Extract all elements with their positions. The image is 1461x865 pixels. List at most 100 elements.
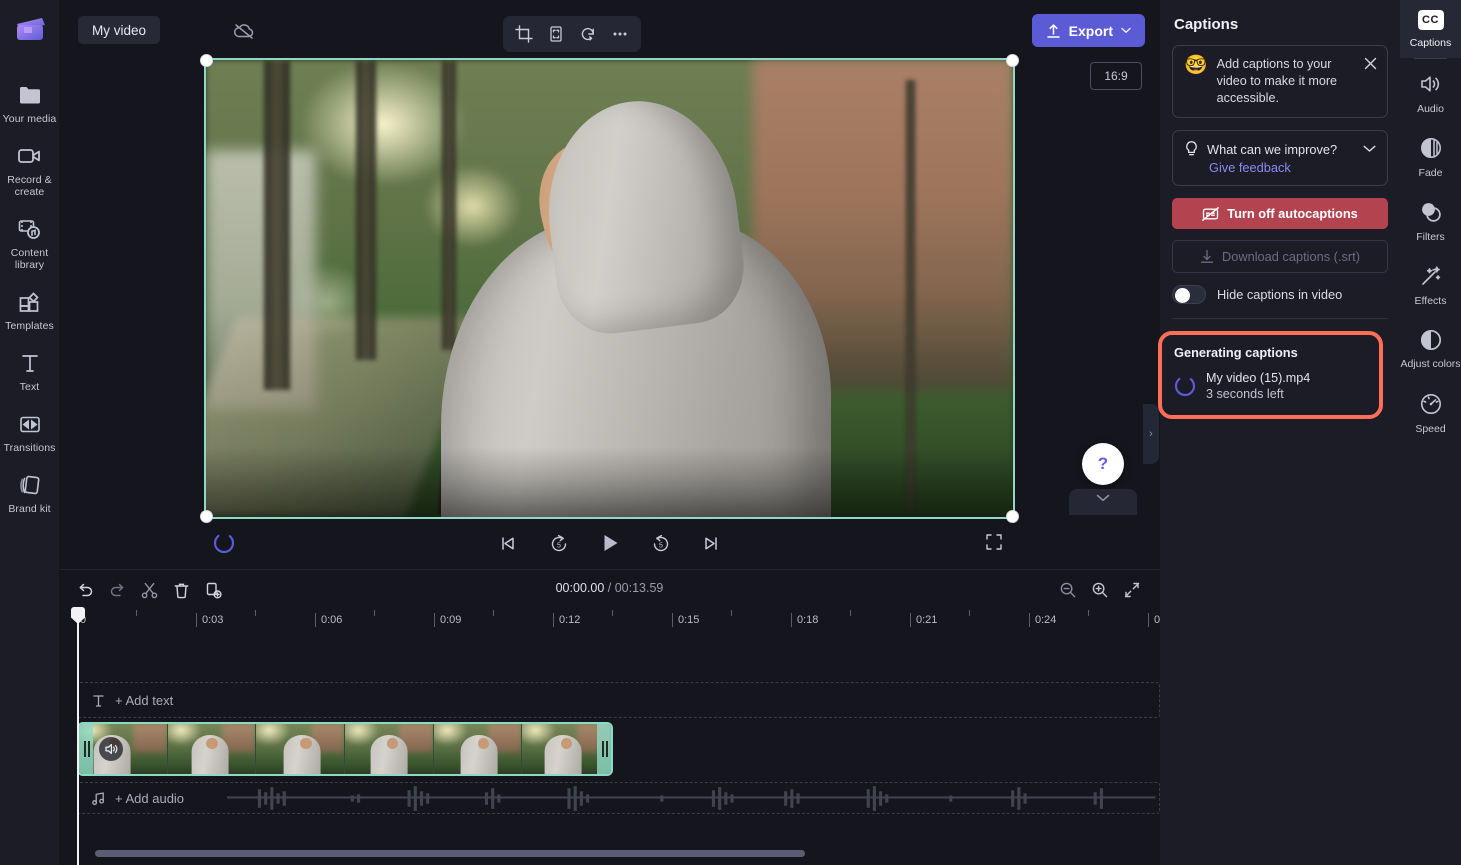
rail-item-effects[interactable]: Effects xyxy=(1400,251,1461,315)
clipchamp-logo[interactable] xyxy=(11,10,49,48)
add-text-button[interactable]: + Add text xyxy=(91,682,173,718)
aspect-ratio-label: 16:9 xyxy=(1104,69,1128,83)
cloud-off-icon[interactable] xyxy=(231,18,257,44)
skip-to-end-button[interactable] xyxy=(698,529,726,557)
rail-item-audio[interactable]: Audio xyxy=(1400,59,1461,123)
timeline-scrollbar-track[interactable] xyxy=(77,850,1160,861)
turn-off-autocaptions-button[interactable]: Turn off autocaptions xyxy=(1172,198,1388,229)
zoom-out-button[interactable] xyxy=(1055,577,1081,603)
captions-cc-icon: CC xyxy=(1417,10,1444,30)
captions-promo-card: 🤓 Add captions to your video to make it … xyxy=(1172,45,1388,118)
sidebar-item-label: Transitions xyxy=(3,442,56,454)
hide-captions-toggle[interactable] xyxy=(1172,285,1206,304)
speaker-icon[interactable] xyxy=(99,737,123,761)
download-captions-button[interactable]: Download captions (.srt) xyxy=(1172,240,1388,273)
rail-item-captions[interactable]: CC Captions xyxy=(1400,0,1461,58)
video-preview[interactable] xyxy=(204,58,1015,519)
text-icon xyxy=(91,693,106,708)
aspect-ratio-badge[interactable]: 16:9 xyxy=(1090,62,1142,90)
playback-bar: 5 5 xyxy=(59,517,1160,569)
fit-timeline-button[interactable] xyxy=(1119,577,1145,603)
give-feedback-link[interactable]: Give feedback xyxy=(1209,160,1376,175)
chevron-down-icon[interactable] xyxy=(1363,145,1376,153)
transitions-icon xyxy=(17,411,43,437)
loading-spinner xyxy=(1174,375,1196,397)
timeline-toolbar: 00:00.00 / 00:13.59 xyxy=(59,570,1160,608)
hide-captions-row[interactable]: Hide captions in video xyxy=(1172,285,1388,304)
sidebar-item-label: Templates xyxy=(5,320,54,332)
timeline-playhead[interactable] xyxy=(71,607,85,865)
rail-item-speed[interactable]: Speed xyxy=(1400,379,1461,443)
forward-5-button[interactable]: 5 xyxy=(647,529,675,557)
timeline-scrollbar-thumb[interactable] xyxy=(95,850,805,857)
ruler-tick-label: 0:06 xyxy=(315,613,342,627)
audio-waveform xyxy=(227,786,1156,811)
rail-item-label: Audio xyxy=(1417,103,1444,115)
project-name-label: My video xyxy=(92,22,147,38)
captions-off-icon xyxy=(1202,206,1220,221)
text-icon xyxy=(17,350,43,376)
help-tray-collapse[interactable] xyxy=(1069,489,1137,515)
sidebar-item-templates[interactable]: Templates xyxy=(0,281,59,336)
panel-divider xyxy=(1172,318,1388,319)
fullscreen-icon[interactable] xyxy=(981,529,1007,555)
promo-text: Add captions to your video to make it mo… xyxy=(1216,57,1338,105)
rail-item-filters[interactable]: Filters xyxy=(1400,187,1461,251)
rail-item-label: Fade xyxy=(1418,167,1443,179)
video-clip[interactable] xyxy=(77,722,613,776)
ruler-tick-label: 0:15 xyxy=(672,613,699,627)
resize-handle-top-right[interactable] xyxy=(1006,54,1019,67)
sidebar-item-your-media[interactable]: Your media xyxy=(0,74,59,129)
rail-item-adjust-colors[interactable]: Adjust colors xyxy=(1400,315,1461,379)
add-audio-button[interactable]: + Add audio xyxy=(91,782,184,814)
clip-trim-handle-left[interactable] xyxy=(79,724,93,774)
rail-item-label: Adjust colors xyxy=(1400,358,1461,370)
audio-track[interactable]: + Add audio xyxy=(77,782,1160,814)
sidebar-item-text[interactable]: Text xyxy=(0,342,59,397)
export-button[interactable]: Export xyxy=(1031,14,1145,47)
text-track[interactable]: + Add text xyxy=(77,682,1160,718)
upload-icon xyxy=(1046,23,1061,39)
rotate-tool[interactable] xyxy=(573,19,603,49)
preview-tools-group xyxy=(503,16,641,52)
sidebar-item-content-library[interactable]: Content library xyxy=(0,208,59,275)
zoom-in-button[interactable] xyxy=(1087,577,1113,603)
more-options[interactable] xyxy=(605,19,635,49)
help-button[interactable]: ? xyxy=(1082,443,1124,485)
properties-rail: CC Captions Audio Fade Filters Effects A… xyxy=(1400,0,1461,865)
top-toolbar: My video Export xyxy=(59,0,1160,60)
rail-item-fade[interactable]: Fade xyxy=(1400,123,1461,187)
turn-off-label: Turn off autocaptions xyxy=(1227,206,1358,221)
crop-tool[interactable] xyxy=(509,19,539,49)
sidebar-item-transitions[interactable]: Transitions xyxy=(0,403,59,458)
collapse-right-panel-button[interactable]: › xyxy=(1143,404,1159,464)
feedback-card[interactable]: What can we improve? Give feedback xyxy=(1172,130,1388,186)
sidebar-item-label: Your media xyxy=(2,113,57,125)
add-audio-label: + Add audio xyxy=(115,790,185,806)
clipchamp-editor-window: Your media Record & create Content libra… xyxy=(0,0,1461,865)
rail-item-label: Captions xyxy=(1409,37,1452,49)
page-title: Captions xyxy=(1174,16,1239,33)
generating-captions-card: Generating captions My video (15).mp4 3 … xyxy=(1158,331,1383,419)
generating-captions-title: Generating captions xyxy=(1174,345,1298,360)
magic-wand-icon xyxy=(1418,263,1444,289)
left-navigation-rail: Your media Record & create Content libra… xyxy=(0,0,59,865)
ruler-tick-label: 0:21 xyxy=(910,613,937,627)
play-button[interactable] xyxy=(596,529,624,557)
clip-trim-handle-right[interactable] xyxy=(597,724,611,774)
fit-tool[interactable] xyxy=(541,19,571,49)
resize-handle-top-left[interactable] xyxy=(200,54,213,67)
rail-item-label: Filters xyxy=(1416,231,1445,243)
sidebar-item-label: Text xyxy=(19,381,40,393)
sidebar-item-record-create[interactable]: Record & create xyxy=(0,135,59,202)
project-name-button[interactable]: My video xyxy=(78,16,161,44)
video-camera-icon xyxy=(17,143,43,169)
close-icon[interactable] xyxy=(1361,54,1379,72)
contrast-icon xyxy=(1418,327,1444,353)
sidebar-item-label: Record & create xyxy=(7,174,52,198)
skip-to-start-button[interactable] xyxy=(494,529,522,557)
timeline-ruler[interactable]: 0 0:03 0:06 0:09 0:12 0:15 0:18 0:21 0:2… xyxy=(77,608,1160,634)
rewind-5-button[interactable]: 5 xyxy=(545,529,573,557)
sidebar-item-brand-kit[interactable]: Brand kit xyxy=(0,464,59,519)
tree-trunk xyxy=(356,60,376,360)
